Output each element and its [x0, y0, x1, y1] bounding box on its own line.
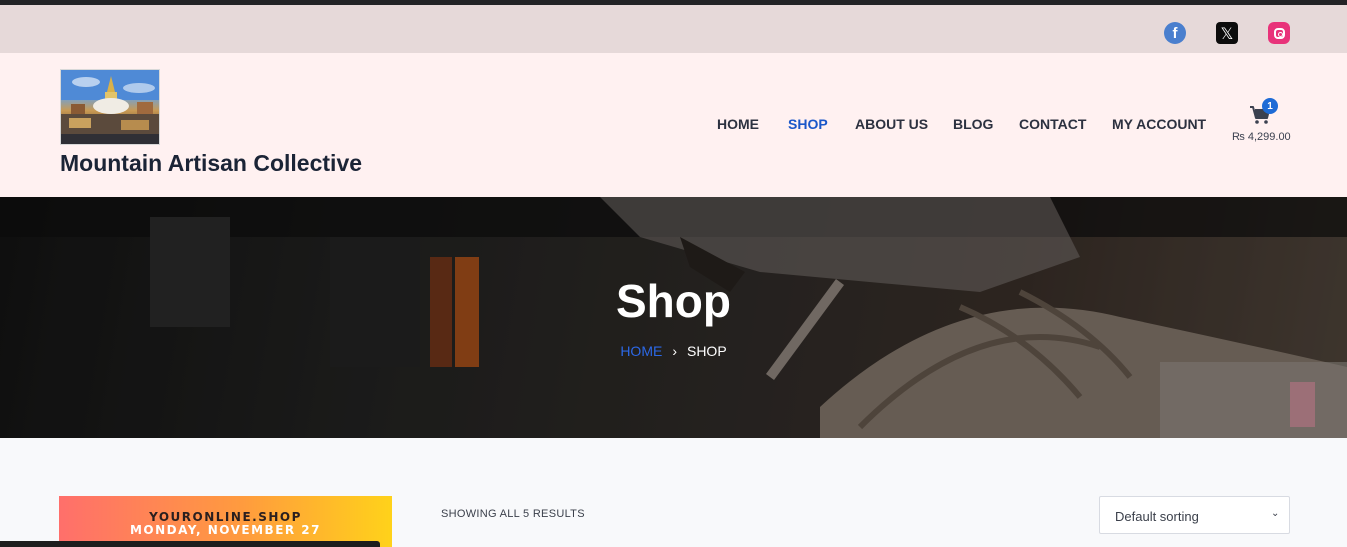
chevron-down-icon: ⌄ [1271, 508, 1280, 519]
promo-date: MONDAY, NOVEMBER 27 [129, 523, 322, 537]
social-bar: f 𝕏 [0, 5, 1347, 53]
breadcrumb-separator-icon: › [672, 343, 677, 359]
nav-shop[interactable]: SHOP [788, 116, 828, 136]
nav-home[interactable]: HOME [717, 116, 759, 136]
sorting-selected-value: Default sorting [1115, 509, 1199, 524]
breadcrumb-home-link[interactable]: HOME [620, 343, 662, 359]
facebook-icon[interactable]: f [1164, 22, 1186, 44]
bottom-overlay-bar [0, 541, 380, 547]
results-count: SHOWING ALL 5 RESULTS [441, 508, 585, 520]
cart-total[interactable]: ₨ 4,299.00 [1232, 131, 1291, 143]
site-title[interactable]: Mountain Artisan Collective [60, 150, 362, 177]
instagram-glyph [1273, 27, 1285, 39]
nav-about-us[interactable]: ABOUT US [855, 116, 928, 136]
breadcrumb-current: SHOP [686, 343, 727, 359]
page-title: Shop [616, 275, 731, 327]
stupa-image [61, 70, 159, 144]
breadcrumb: HOME › SHOP [0, 343, 1347, 359]
site-logo[interactable] [60, 69, 160, 145]
page-hero: Shop HOME › SHOP [0, 197, 1347, 438]
x-twitter-icon[interactable]: 𝕏 [1216, 22, 1238, 44]
instagram-icon[interactable] [1268, 22, 1290, 44]
nav-my-account[interactable]: MY ACCOUNT [1112, 116, 1206, 136]
cart-count-badge: 1 [1262, 98, 1278, 114]
promo-site-name: YOURONLINE.SHOP [149, 510, 302, 524]
nav-blog[interactable]: BLOG [953, 116, 993, 136]
sorting-select[interactable]: Default sorting ⌄ [1099, 496, 1290, 534]
nav-contact[interactable]: CONTACT [1019, 116, 1086, 136]
site-header: Mountain Artisan Collective HOME SHOP AB… [0, 53, 1347, 197]
promo-banner[interactable]: YOURONLINE.SHOP MONDAY, NOVEMBER 27 [59, 496, 392, 547]
